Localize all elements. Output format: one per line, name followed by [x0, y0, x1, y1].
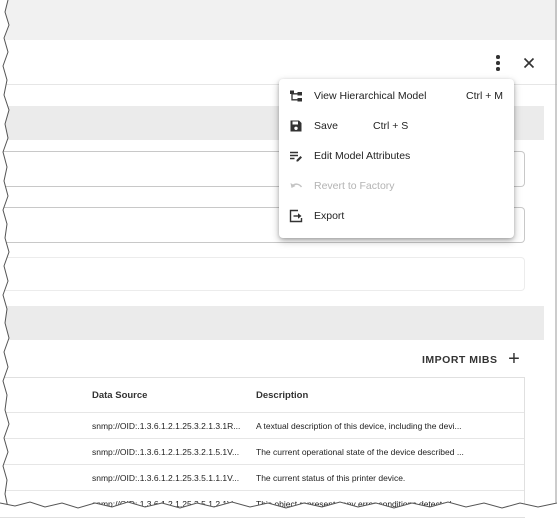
menu-item-view-hierarchical-model[interactable]: View Hierarchical Model Ctrl + M	[279, 81, 514, 111]
edit-attributes-icon	[290, 151, 302, 162]
table-row[interactable]: snmp://OID:.1.3.6.1.2.1.25.3.2.1.5.1V...…	[0, 439, 524, 465]
options-menu: View Hierarchical Model Ctrl + M Save Ct…	[279, 79, 514, 238]
app-frame: IMPORT MIBS + Data Source Description sn…	[0, 0, 557, 518]
data-source-cell: snmp://OID:.1.3.6.1.2.1.25.3.5.1.1.1V...	[92, 472, 240, 483]
table-toolbar: IMPORT MIBS +	[0, 348, 557, 376]
table-header-row: Data Source Description	[0, 378, 524, 413]
more-options-button[interactable]	[487, 52, 509, 74]
column-header[interactable]: Description	[256, 378, 518, 412]
menu-item-label: Save	[314, 120, 338, 132]
menu-item-label: View Hierarchical Model	[314, 90, 427, 102]
menu-item-export[interactable]: Export	[279, 201, 514, 231]
column-header[interactable]: Data Source	[92, 378, 242, 412]
menu-item-shortcut: Ctrl + M	[466, 90, 504, 102]
data-table: Data Source Description snmp://OID:.1.3.…	[0, 377, 525, 518]
menu-item-shortcut: Ctrl + S	[373, 120, 409, 132]
menu-item-edit-model-attributes[interactable]: Edit Model Attributes	[279, 141, 514, 171]
add-icon[interactable]: +	[505, 348, 523, 370]
table-row[interactable]: snmp://OID:.1.3.6.1.2.1.25.3.5.1.2.1V...…	[0, 491, 524, 517]
menu-item-save[interactable]: Save Ctrl + S	[279, 111, 514, 141]
import-mibs-button[interactable]: IMPORT MIBS	[422, 354, 498, 366]
description-cell: A textual description of this device, in…	[256, 420, 462, 431]
description-cell: This object represents any error conditi…	[256, 498, 462, 509]
menu-item-revert-to-factory: Revert to Factory	[279, 171, 514, 201]
close-icon	[523, 57, 535, 69]
top-app-bar	[0, 0, 557, 41]
export-icon	[289, 209, 303, 223]
save-icon	[290, 120, 302, 132]
more-vert-icon	[496, 54, 500, 72]
data-source-cell: snmp://OID:.1.3.6.1.2.1.25.3.5.1.2.1V...	[92, 498, 240, 509]
close-button[interactable]	[518, 52, 540, 74]
table-row[interactable]: snmp://OID:.1.3.6.1.2.1.25.3.2.1.3.1R...…	[0, 413, 524, 439]
undo-icon	[290, 183, 303, 188]
table-row[interactable]: snmp://OID:.1.3.6.1.2.1.25.3.5.1.1.1V...…	[0, 465, 524, 491]
menu-item-label: Export	[314, 210, 345, 222]
description-cell: The current status of this printer devic…	[256, 472, 406, 483]
section-header-bar	[0, 306, 544, 340]
menu-item-label: Edit Model Attributes	[314, 150, 411, 162]
hierarchy-icon	[290, 90, 302, 102]
menu-item-label: Revert to Factory	[314, 180, 395, 192]
description-cell: The current operational state of the dev…	[256, 446, 464, 457]
form-field[interactable]	[0, 257, 525, 291]
data-source-cell: snmp://OID:.1.3.6.1.2.1.25.3.2.1.5.1V...	[92, 446, 240, 457]
data-source-cell: snmp://OID:.1.3.6.1.2.1.25.3.2.1.3.1R...	[92, 420, 241, 431]
